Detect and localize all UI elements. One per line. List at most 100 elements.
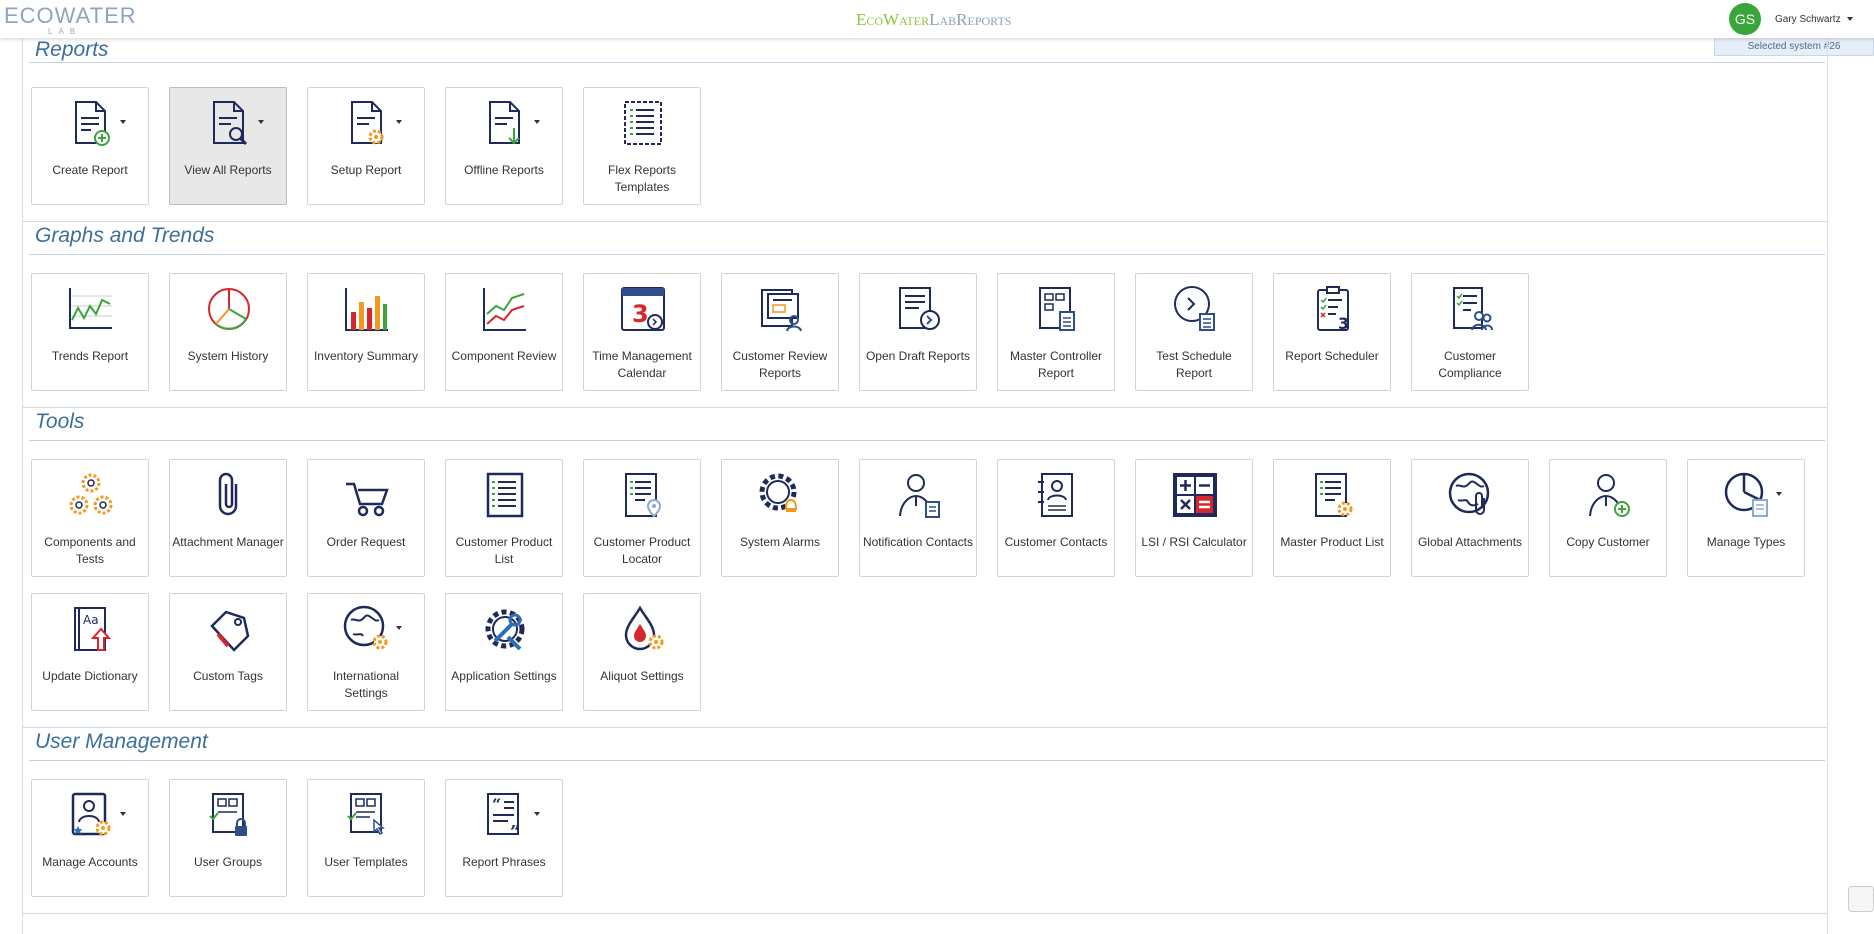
- tile-label: Attachment Manager: [172, 535, 284, 549]
- tile-report-scheduler[interactable]: 3 Report Scheduler: [1273, 273, 1391, 391]
- product-locator-icon: [618, 470, 668, 520]
- bar-chart-icon: [342, 284, 392, 334]
- tile-notification-contacts[interactable]: Notification Contacts: [859, 459, 977, 577]
- tile-label: Report Phrases: [462, 855, 546, 869]
- tile-update-dictionary[interactable]: Aa Update Dictionary: [31, 593, 149, 711]
- section-separator: [23, 221, 1827, 222]
- tile-view-all-reports[interactable]: View All Reports: [169, 87, 287, 205]
- tile-label: Flex Reports Templates: [607, 163, 677, 194]
- tile-label: Open Draft Reports: [865, 349, 971, 363]
- user-name: Gary Schwartz: [1775, 14, 1841, 25]
- tile-components-and-tests[interactable]: Components and Tests: [31, 459, 149, 577]
- dropdown-caret-icon[interactable]: [1776, 492, 1782, 496]
- tile-setup-report[interactable]: Setup Report: [307, 87, 425, 205]
- dropdown-caret-icon[interactable]: [120, 812, 126, 816]
- tile-aliquot-settings[interactable]: Aliquot Settings: [583, 593, 701, 711]
- tile-flex-reports-templates[interactable]: Flex Reports Templates: [583, 87, 701, 205]
- view-reports-icon: [204, 98, 254, 148]
- tile-label: Aliquot Settings: [600, 669, 684, 683]
- tile-lsi-rsi-calculator[interactable]: LSI / RSI Calculator: [1135, 459, 1253, 577]
- app-brand-title: EcoWaterLabReports: [856, 10, 1012, 29]
- tile-trends-report[interactable]: Trends Report: [31, 273, 149, 391]
- line-chart-icon: [66, 284, 116, 334]
- tile-label: Master Controller Report: [1009, 349, 1103, 380]
- tile-customer-review-reports[interactable]: Customer Review Reports: [721, 273, 839, 391]
- tile-offline-reports[interactable]: Offline Reports: [445, 87, 563, 205]
- create-report-icon: [66, 98, 116, 148]
- tile-label: Customer Product List: [455, 535, 553, 566]
- tile-user-groups[interactable]: User Groups: [169, 779, 287, 897]
- paperclip-icon: [204, 470, 254, 520]
- tile-inventory-summary[interactable]: Inventory Summary: [307, 273, 425, 391]
- tile-customer-product-locator[interactable]: Customer Product Locator: [583, 459, 701, 577]
- pie-chart-icon: [204, 284, 254, 334]
- tile-manage-types[interactable]: Manage Types: [1687, 459, 1805, 577]
- tile-create-report[interactable]: Create Report: [31, 87, 149, 205]
- customer-reports-icon: [756, 284, 806, 334]
- setup-report-icon: [342, 98, 392, 148]
- tile-label: User Groups: [193, 855, 263, 869]
- tile-label: Components and Tests: [44, 535, 136, 566]
- dropdown-caret-icon[interactable]: [396, 626, 402, 630]
- tile-label: Customer Review Reports: [732, 349, 828, 380]
- tile-customer-contacts[interactable]: Customer Contacts: [997, 459, 1115, 577]
- scroll-to-top-button[interactable]: [1848, 886, 1874, 912]
- chevron-down-icon: [1846, 17, 1853, 22]
- user-menu[interactable]: Gary Schwartz: [1775, 14, 1853, 25]
- tile-label: Customer Contacts: [1004, 535, 1108, 549]
- shopping-cart-icon: [342, 470, 392, 520]
- tile-system-alarms[interactable]: System Alarms: [721, 459, 839, 577]
- pie-clipboard-icon: [1722, 470, 1772, 520]
- tile-label: Manage Accounts: [42, 855, 138, 869]
- tile-label: System History: [187, 349, 269, 363]
- tile-open-draft-reports[interactable]: Open Draft Reports: [859, 273, 977, 391]
- tile-component-review[interactable]: Component Review: [445, 273, 563, 391]
- section-divider: [29, 254, 1825, 255]
- tile-customer-compliance[interactable]: Customer Compliance: [1411, 273, 1529, 391]
- tile-custom-tags[interactable]: Custom Tags: [169, 593, 287, 711]
- tile-customer-product-list[interactable]: Customer Product List: [445, 459, 563, 577]
- section-divider: [29, 62, 1825, 63]
- tile-label: International Settings: [332, 669, 400, 700]
- tile-global-attachments[interactable]: Global Attachments: [1411, 459, 1529, 577]
- dropdown-caret-icon[interactable]: [258, 120, 264, 124]
- section-title-tools: Tools: [35, 410, 85, 433]
- tile-test-schedule-report[interactable]: Test Schedule Report: [1135, 273, 1253, 391]
- tile-order-request[interactable]: Order Request: [307, 459, 425, 577]
- dropdown-caret-icon[interactable]: [534, 812, 540, 816]
- gear-wrench-icon: [480, 604, 530, 654]
- tile-label: Application Settings: [451, 669, 557, 683]
- tag-icon: [204, 604, 254, 654]
- multi-line-chart-icon: [480, 284, 530, 334]
- tile-attachment-manager[interactable]: Attachment Manager: [169, 459, 287, 577]
- gear-bell-icon: [756, 470, 806, 520]
- svg-text:3: 3: [632, 300, 649, 328]
- user-avatar[interactable]: GS: [1729, 3, 1761, 35]
- tile-international-settings[interactable]: International Settings: [307, 593, 425, 711]
- tile-time-management-calendar[interactable]: 3 Time Management Calendar: [583, 273, 701, 391]
- section-divider: [29, 440, 1825, 441]
- tile-label: LSI / RSI Calculator: [1141, 535, 1247, 549]
- tile-master-controller-report[interactable]: Master Controller Report: [997, 273, 1115, 391]
- tile-manage-accounts[interactable]: Manage Accounts: [31, 779, 149, 897]
- tile-user-templates[interactable]: User Templates: [307, 779, 425, 897]
- tile-label: Time Management Calendar: [592, 349, 692, 380]
- calendar-icon: 3: [618, 284, 668, 334]
- svg-text:3: 3: [1338, 314, 1349, 333]
- add-person-icon: [1584, 470, 1634, 520]
- tile-application-settings[interactable]: Application Settings: [445, 593, 563, 711]
- schedule-clock-icon: [1170, 284, 1220, 334]
- tile-label: Customer Compliance: [1438, 349, 1502, 380]
- tile-report-phrases[interactable]: “” Report Phrases: [445, 779, 563, 897]
- tile-copy-customer[interactable]: Copy Customer: [1549, 459, 1667, 577]
- dropdown-caret-icon[interactable]: [120, 120, 126, 124]
- tile-system-history[interactable]: System History: [169, 273, 287, 391]
- contact-person-icon: [894, 470, 944, 520]
- compliance-icon: [1446, 284, 1496, 334]
- tile-master-product-list[interactable]: Master Product List: [1273, 459, 1391, 577]
- dropdown-caret-icon[interactable]: [534, 120, 540, 124]
- logo-subtext: LAB: [48, 27, 82, 36]
- ecowater-logo[interactable]: ECOWATER LAB: [4, 2, 144, 36]
- dictionary-icon: Aa: [66, 604, 116, 654]
- dropdown-caret-icon[interactable]: [396, 120, 402, 124]
